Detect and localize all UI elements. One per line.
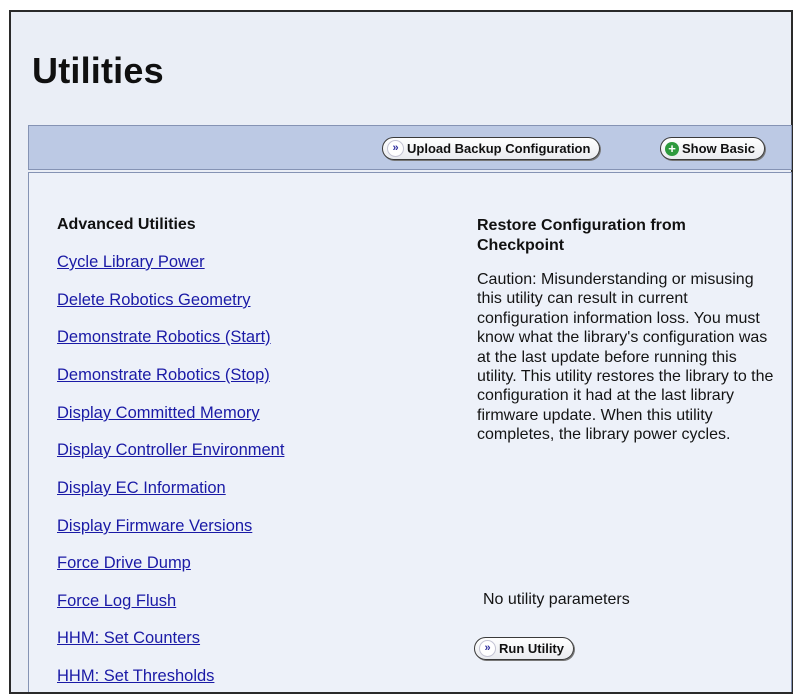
- utilities-panel: Advanced Utilities Cycle Library Power D…: [28, 172, 792, 692]
- show-basic-label: Show Basic: [682, 141, 755, 156]
- hhm-set-thresholds-link[interactable]: HHM: Set Thresholds: [57, 667, 214, 686]
- hhm-set-counters-link[interactable]: HHM: Set Counters: [57, 629, 200, 648]
- restore-configuration-title: Restore Configuration from Checkpoint: [477, 217, 686, 254]
- no-utility-parameters-text: No utility parameters: [483, 591, 630, 608]
- caution-text: Caution: Misunderstanding or misusing th…: [477, 271, 774, 444]
- cycle-library-power-link[interactable]: Cycle Library Power: [57, 253, 205, 272]
- show-basic-button[interactable]: + Show Basic: [660, 137, 765, 160]
- run-utility-label: Run Utility: [499, 641, 564, 656]
- delete-robotics-geometry-link[interactable]: Delete Robotics Geometry: [57, 291, 251, 310]
- demonstrate-robotics-stop-link[interactable]: Demonstrate Robotics (Stop): [57, 366, 270, 385]
- upload-backup-configuration-button[interactable]: » Upload Backup Configuration: [382, 137, 601, 160]
- utilities-window: Utilities » Upload Backup Configuration …: [9, 10, 793, 694]
- display-committed-memory-link[interactable]: Display Committed Memory: [57, 404, 260, 423]
- display-controller-environment-link[interactable]: Display Controller Environment: [57, 441, 284, 460]
- force-log-flush-link[interactable]: Force Log Flush: [57, 592, 176, 611]
- demonstrate-robotics-start-link[interactable]: Demonstrate Robotics (Start): [57, 328, 271, 347]
- display-ec-information-link[interactable]: Display EC Information: [57, 479, 226, 498]
- force-drive-dump-link[interactable]: Force Drive Dump: [57, 554, 191, 573]
- upload-backup-configuration-label: Upload Backup Configuration: [407, 141, 591, 156]
- utility-details: Restore Configuration from Checkpoint Ca…: [477, 216, 777, 445]
- advanced-utilities-heading: Advanced Utilities: [57, 216, 196, 233]
- page-title: Utilities: [32, 50, 164, 91]
- double-chevron-icon: »: [479, 640, 496, 657]
- display-firmware-versions-link[interactable]: Display Firmware Versions: [57, 517, 252, 536]
- toolbar: » Upload Backup Configuration + Show Bas…: [28, 125, 792, 170]
- plus-icon: +: [665, 141, 679, 156]
- run-utility-button[interactable]: » Run Utility: [474, 637, 574, 660]
- double-chevron-icon: »: [387, 140, 404, 157]
